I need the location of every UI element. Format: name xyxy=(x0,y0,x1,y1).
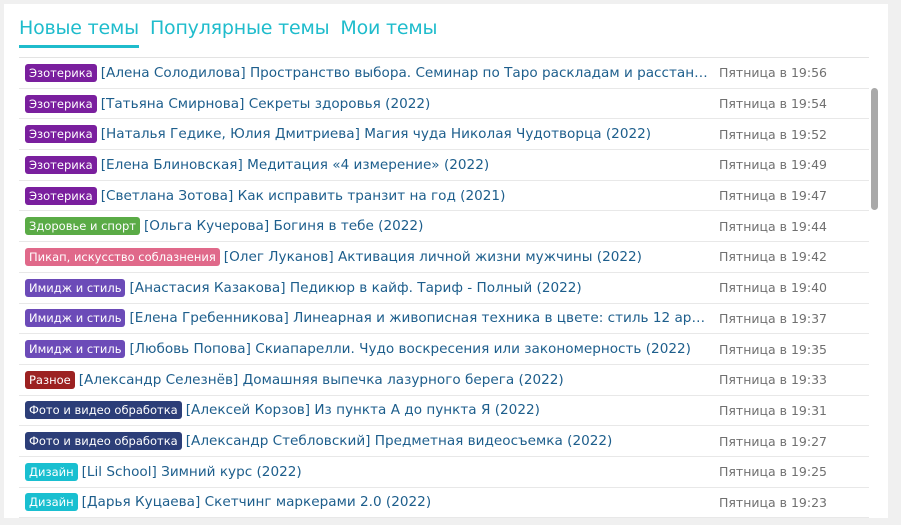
topic-row[interactable]: Эзотерика [Наталья Гедике, Юлия Дмитриева… xyxy=(19,119,869,151)
topic-timestamp: Пятница в 19:35 xyxy=(719,341,828,357)
category-badge[interactable]: Имидж и стиль xyxy=(25,309,126,328)
topic-row[interactable]: Фото и видео обработка [Александр Стеблов… xyxy=(19,426,869,457)
topic-title-link[interactable]: [Ольга Кучерова] Богиня в тебе (2022) xyxy=(144,218,717,234)
topic-timestamp: Пятница в 19:52 xyxy=(719,126,828,142)
topic-list[interactable]: Эзотерика [Алена Солодилова] Пространство… xyxy=(19,58,869,518)
category-badge[interactable]: Фото и видео обработка xyxy=(25,401,182,420)
topic-row[interactable]: Фото и видео обработка [Алексей Корзов] И… xyxy=(19,396,869,427)
category-badge[interactable]: Фото и видео обработка xyxy=(25,432,182,451)
topic-row[interactable]: Разное [Александр Селезнёв] Домашняя выпе… xyxy=(19,365,869,396)
category-badge[interactable]: Здоровье и спорт xyxy=(25,217,140,236)
topic-timestamp: Пятница в 19:44 xyxy=(719,218,828,234)
category-badge[interactable]: Эзотерика xyxy=(25,63,97,82)
topic-title-link[interactable]: [Татьяна Смирнова] Секреты здоровья (202… xyxy=(101,96,717,112)
topic-row[interactable]: Имидж и стиль [Елена Гребенникова] Линеар… xyxy=(19,304,869,335)
topic-title-link[interactable]: [Алексей Корзов] Из пункта А до пункта Я… xyxy=(186,402,717,418)
topic-title-link[interactable]: [Александр Стебловский] Предметная видео… xyxy=(186,433,717,449)
category-badge[interactable]: Дизайн xyxy=(25,462,78,481)
topic-title-link[interactable]: [Любовь Попова] Скиапарелли. Чудо воскре… xyxy=(129,341,717,357)
topic-tabs: Новые темы Популярные темы Мои темы xyxy=(19,14,448,50)
topic-title-link[interactable]: [Дарья Куцаева] Скетчинг маркерами 2.0 (… xyxy=(82,494,717,510)
topic-row[interactable]: Пикап, искусство соблазнения [Олег Лукано… xyxy=(19,242,869,273)
category-badge[interactable]: Разное xyxy=(25,370,75,389)
topic-row[interactable]: Имидж и стиль [Анастасия Казакова] Педикю… xyxy=(19,273,869,304)
tab-my-topics[interactable]: Мои темы xyxy=(340,14,437,48)
topic-timestamp: Пятница в 19:47 xyxy=(719,188,828,204)
topic-title-link[interactable]: [Анастасия Казакова] Педикюр в кайф. Тар… xyxy=(129,280,717,296)
topic-row[interactable]: Эзотерика [Алена Солодилова] Пространство… xyxy=(19,58,869,89)
category-badge[interactable]: Эзотерика xyxy=(25,186,97,205)
topic-title-link[interactable]: [Светлана Зотова] Как исправить транзит … xyxy=(101,188,717,204)
topic-row[interactable]: Имидж и стиль [Любовь Попова] Скиапарелли… xyxy=(19,334,869,365)
category-badge[interactable]: Эзотерика xyxy=(25,125,97,144)
topic-timestamp: Пятница в 19:25 xyxy=(719,464,828,480)
category-badge[interactable]: Имидж и стиль xyxy=(25,278,126,297)
topic-row[interactable]: Дизайн [Lil School] Зимний курс (2022) Пят… xyxy=(19,457,869,488)
topic-timestamp: Пятница в 19:42 xyxy=(719,249,828,265)
topic-title-link[interactable]: [Александр Селезнёв] Домашняя выпечка ла… xyxy=(79,372,717,388)
topic-row[interactable]: Здоровье и спорт [Ольга Кучерова] Богиня … xyxy=(19,211,869,243)
topic-row[interactable]: Эзотерика [Татьяна Смирнова] Секреты здор… xyxy=(19,89,869,120)
topic-timestamp: Пятница в 19:31 xyxy=(719,402,828,418)
topic-timestamp: Пятница в 19:33 xyxy=(719,372,828,388)
topic-row[interactable]: Эзотерика [Елена Блиновская] Медитация «4… xyxy=(19,150,869,181)
tab-new-topics[interactable]: Новые темы xyxy=(19,14,139,48)
topic-title-link[interactable]: [Алена Солодилова] Пространство выбора. … xyxy=(101,65,717,81)
topic-title-link[interactable]: [Lil School] Зимний курс (2022) xyxy=(82,464,717,480)
topic-row[interactable]: Эзотерика [Светлана Зотова] Как исправить… xyxy=(19,181,869,212)
category-badge[interactable]: Пикап, искусство соблазнения xyxy=(25,247,220,266)
topic-timestamp: Пятница в 19:40 xyxy=(719,280,828,296)
category-badge[interactable]: Эзотерика xyxy=(25,155,97,174)
tab-popular-topics[interactable]: Популярные темы xyxy=(150,14,330,48)
category-badge[interactable]: Эзотерика xyxy=(25,94,97,113)
topic-timestamp: Пятница в 19:23 xyxy=(719,494,828,510)
category-badge[interactable]: Дизайн xyxy=(25,493,78,512)
topic-timestamp: Пятница в 19:56 xyxy=(719,65,828,81)
topic-title-link[interactable]: [Наталья Гедике, Юлия Дмитриева] Магия ч… xyxy=(101,126,717,142)
topic-row[interactable]: Дизайн [Дарья Куцаева] Скетчинг маркерами… xyxy=(19,488,869,518)
category-badge[interactable]: Имидж и стиль xyxy=(25,340,126,359)
new-topics-widget: Новые темы Популярные темы Мои темы Эзот… xyxy=(4,4,888,518)
scrollbar-thumb[interactable] xyxy=(871,88,878,210)
topic-title-link[interactable]: [Елена Гребенникова] Линеарная и живопис… xyxy=(129,310,717,326)
topic-timestamp: Пятница в 19:27 xyxy=(719,433,828,449)
topic-title-link[interactable]: [Олег Луканов] Активация личной жизни му… xyxy=(224,249,717,265)
topic-timestamp: Пятница в 19:37 xyxy=(719,310,828,326)
topic-timestamp: Пятница в 19:49 xyxy=(719,157,828,173)
topic-timestamp: Пятница в 19:54 xyxy=(719,96,828,112)
topic-title-link[interactable]: [Елена Блиновская] Медитация «4 измерени… xyxy=(101,157,717,173)
